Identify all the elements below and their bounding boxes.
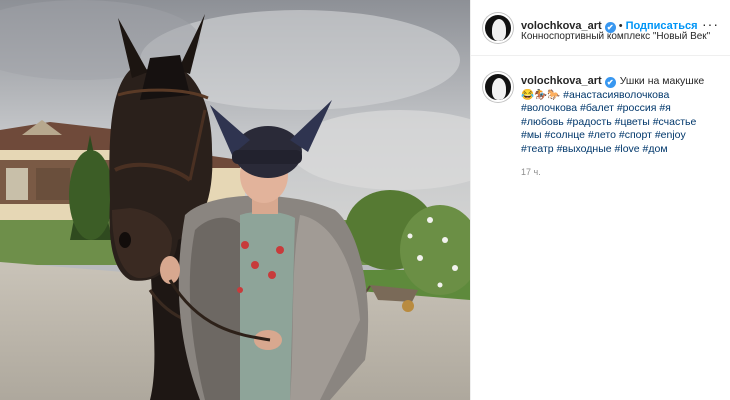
- photo-image: [0, 0, 470, 400]
- post-sidebar: volochkova_art ✔ • Подписаться Конноспортив…: [470, 0, 730, 400]
- hashtag-link[interactable]: #любовь: [521, 116, 564, 128]
- profile-avatar[interactable]: [483, 13, 513, 43]
- hashtag-link[interactable]: #волочкова: [521, 102, 577, 114]
- hashtag-link[interactable]: #love: [615, 143, 640, 155]
- hashtag-link[interactable]: #дом: [643, 143, 668, 155]
- hashtag-link[interactable]: #счастье: [653, 116, 697, 128]
- caption-emoji: 😂🏇🐎: [521, 88, 561, 101]
- hashtag-link[interactable]: #мы: [521, 129, 542, 141]
- post-caption: volochkova_art ✔ Ушки на макушке 😂🏇🐎 #анас…: [521, 75, 717, 156]
- hashtag-link[interactable]: #enjoy: [655, 129, 686, 141]
- hashtag-link[interactable]: #лето: [588, 129, 616, 141]
- avatar-image: [492, 78, 506, 100]
- hashtag-link[interactable]: #анастасияволочкова: [563, 89, 669, 101]
- location-link[interactable]: Конноспортивный комплекс "Новый Век": [521, 31, 710, 42]
- hashtag-link[interactable]: #выходные: [557, 143, 612, 155]
- hashtag-link[interactable]: #россия: [617, 102, 657, 114]
- more-options-icon[interactable]: ···: [702, 17, 719, 31]
- hashtag-link[interactable]: #солнце: [545, 129, 585, 141]
- hashtag-link[interactable]: #радость: [567, 116, 612, 128]
- hashtag-link[interactable]: #балет: [580, 102, 614, 114]
- post-timestamp: 17 ч.: [521, 167, 541, 177]
- hashtag-link[interactable]: #я: [659, 102, 671, 114]
- avatar-image: [492, 19, 506, 41]
- hashtag-link[interactable]: #театр: [521, 143, 554, 155]
- caption-username-link[interactable]: volochkova_art: [521, 75, 602, 87]
- post-header: volochkova_art ✔ • Подписаться Конноспортив…: [471, 0, 730, 56]
- verified-badge-icon: ✔: [604, 77, 616, 88]
- hashtag-link[interactable]: #цветы: [615, 116, 650, 128]
- hashtag-link[interactable]: #спорт: [619, 129, 652, 141]
- caption-text: Ушки на макушке: [619, 75, 705, 87]
- caption-avatar[interactable]: [483, 72, 513, 102]
- post-photo[interactable]: [0, 0, 470, 400]
